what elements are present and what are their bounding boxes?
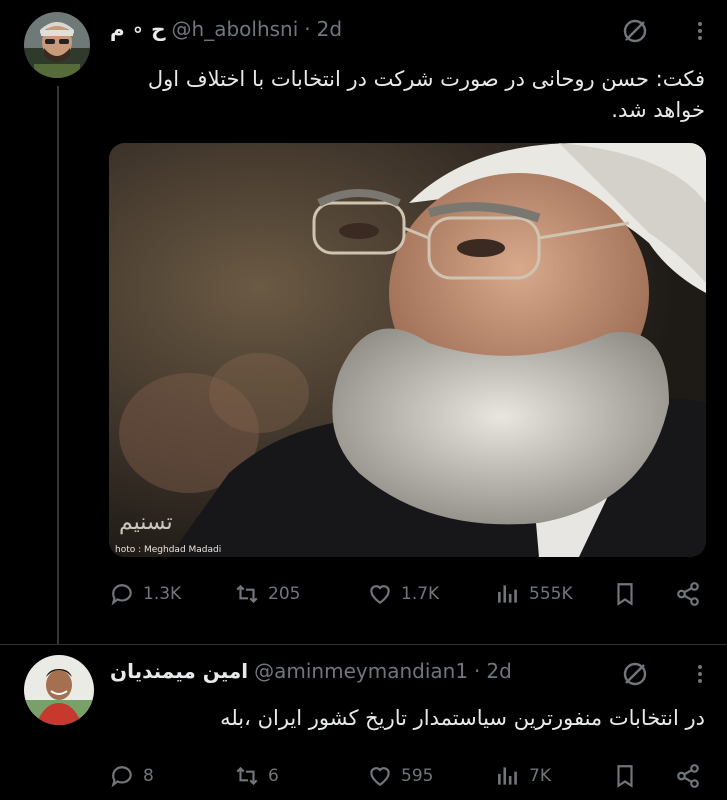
more-icon[interactable] [688, 16, 712, 46]
grok-icon[interactable] [620, 659, 650, 689]
views-count: 7K [529, 766, 551, 786]
tweet-header: ح ∘ م @h_abolhsni · 2d [110, 14, 342, 44]
bookmark-icon [617, 583, 633, 606]
tweet-text-line: فکت: حسن روحانی در صورت شرکت در انتخابات… [147, 67, 705, 91]
tweet-photo[interactable]: تسنیم hoto : Meghdad Madadi [109, 143, 706, 557]
tweet-text: فکت: حسن روحانی در صورت شرکت در انتخابات… [125, 64, 705, 126]
separator: · [304, 17, 311, 41]
views-icon [498, 767, 517, 785]
tweet-actions: 8 6 595 7K [109, 757, 719, 797]
like-button[interactable]: 595 [367, 763, 433, 789]
timestamp[interactable]: 2d [317, 17, 342, 41]
tweet-actions: 1.3K 205 1.7K 555K [109, 575, 719, 615]
handle[interactable]: @aminmeymandian1 [254, 659, 468, 683]
timestamp[interactable]: 2d [486, 659, 511, 683]
retweet-icon [236, 766, 258, 786]
avatar[interactable] [24, 655, 94, 725]
reply-icon [111, 584, 132, 606]
bookmark-button[interactable] [612, 763, 638, 789]
more-icon[interactable] [688, 659, 712, 689]
thread-connector-line [57, 86, 59, 644]
retweet-button[interactable]: 205 [234, 581, 300, 607]
views-button[interactable]: 555K [495, 581, 573, 607]
retweet-count: 6 [268, 766, 279, 786]
tweet-header: امین میمندیان @aminmeymandian1 · 2d [110, 656, 512, 686]
reply-count: 1.3K [143, 584, 182, 604]
watermark-logo: تسنیم [119, 510, 173, 535]
tweet-text-line: خواهد شد. [611, 98, 705, 122]
share-button[interactable] [675, 581, 701, 607]
display-name[interactable]: امین میمندیان [110, 659, 248, 683]
tweet-top-actions [620, 16, 712, 46]
like-count: 595 [401, 766, 434, 786]
share-icon [677, 582, 699, 606]
photo-credit: hoto : Meghdad Madadi [115, 545, 222, 555]
reply-count: 8 [143, 766, 154, 786]
reply-button[interactable]: 8 [109, 763, 154, 789]
views-icon [498, 585, 517, 603]
tweet-top-actions [620, 659, 712, 689]
views-button[interactable]: 7K [495, 763, 551, 789]
retweet-button[interactable]: 6 [234, 763, 279, 789]
retweet-count: 205 [268, 584, 301, 604]
avatar[interactable] [24, 12, 90, 78]
views-count: 555K [529, 584, 573, 604]
separator: · [474, 659, 481, 683]
share-button[interactable] [675, 763, 701, 789]
share-icon [677, 764, 699, 788]
like-count: 1.7K [401, 584, 440, 604]
grok-icon[interactable] [620, 16, 650, 46]
like-icon [370, 767, 390, 786]
bookmark-icon [617, 765, 633, 788]
reply-icon [111, 766, 132, 788]
handle[interactable]: @h_abolhsni [172, 17, 299, 41]
like-icon [370, 585, 390, 604]
tweet-text: در انتخابات منفورترین سیاستمدار تاریخ کش… [220, 706, 705, 730]
divider [0, 644, 727, 645]
reply-button[interactable]: 1.3K [109, 581, 181, 607]
bookmark-button[interactable] [612, 581, 638, 607]
like-button[interactable]: 1.7K [367, 581, 439, 607]
retweet-icon [236, 584, 258, 604]
display-name[interactable]: ح ∘ م [110, 17, 166, 41]
